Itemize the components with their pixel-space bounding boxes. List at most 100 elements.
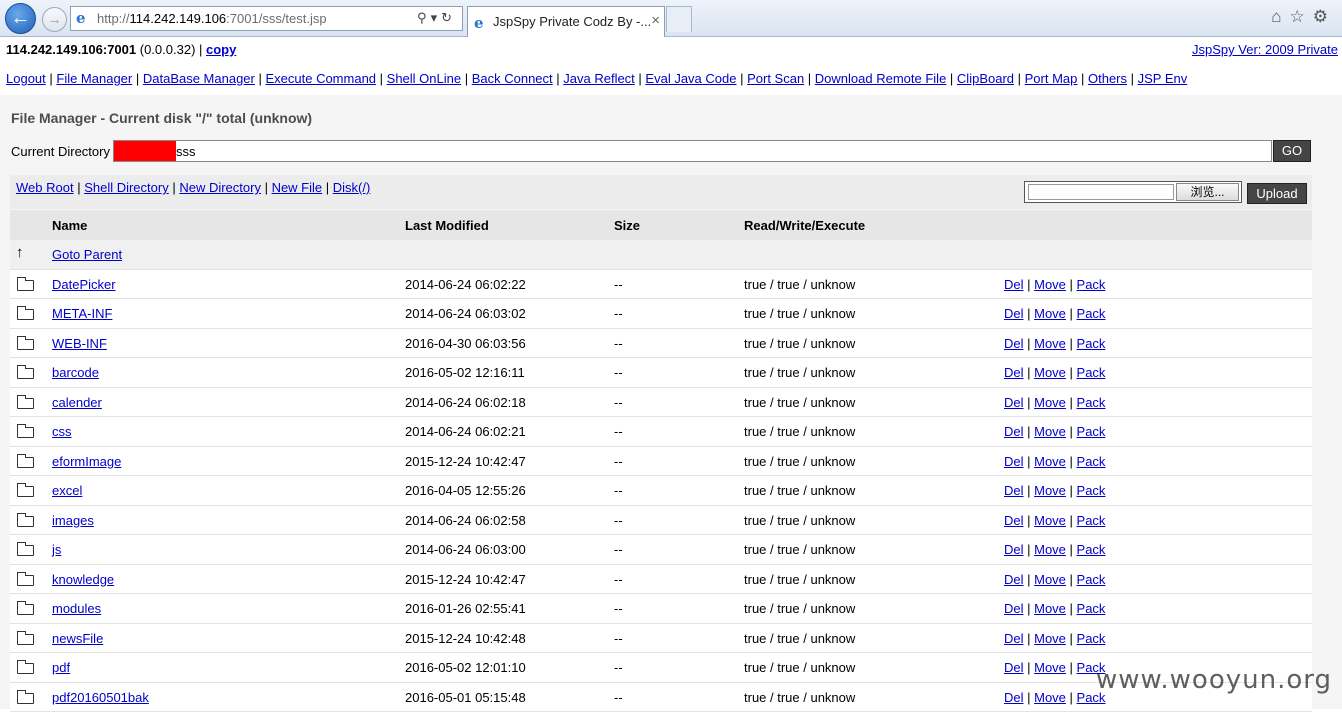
pack-link[interactable]: Pack bbox=[1077, 601, 1106, 616]
folder-link[interactable]: excel bbox=[52, 483, 82, 498]
move-link[interactable]: Move bbox=[1034, 513, 1066, 528]
del-link[interactable]: Del bbox=[1004, 424, 1024, 439]
del-link[interactable]: Del bbox=[1004, 601, 1024, 616]
move-link[interactable]: Move bbox=[1034, 542, 1066, 557]
address-tools[interactable]: ⚲▾↻ bbox=[417, 10, 456, 26]
move-link[interactable]: Move bbox=[1034, 424, 1066, 439]
goto-parent-link[interactable]: Goto Parent bbox=[52, 247, 122, 262]
new-tab-button[interactable] bbox=[666, 6, 692, 32]
folder-link[interactable]: css bbox=[52, 424, 72, 439]
pack-link[interactable]: Pack bbox=[1077, 631, 1106, 646]
pack-link[interactable]: Pack bbox=[1077, 277, 1106, 292]
menu-logout[interactable]: Logout bbox=[6, 71, 46, 86]
browser-tab[interactable]: e JspSpy Private Codz By -... × bbox=[467, 6, 665, 37]
del-link[interactable]: Del bbox=[1004, 631, 1024, 646]
del-link[interactable]: Del bbox=[1004, 336, 1024, 351]
op-new-file[interactable]: New File bbox=[272, 180, 323, 195]
op-new-directory[interactable]: New Directory bbox=[179, 180, 261, 195]
menu-jsp-env[interactable]: JSP Env bbox=[1138, 71, 1188, 86]
del-link[interactable]: Del bbox=[1004, 513, 1024, 528]
pack-link[interactable]: Pack bbox=[1077, 572, 1106, 587]
current-dir-input[interactable]: sss bbox=[113, 140, 1272, 162]
del-link[interactable]: Del bbox=[1004, 395, 1024, 410]
pack-link[interactable]: Pack bbox=[1077, 336, 1106, 351]
folder-icon bbox=[17, 280, 34, 291]
folder-link[interactable]: barcode bbox=[52, 365, 99, 380]
pack-link[interactable]: Pack bbox=[1077, 395, 1106, 410]
size: -- bbox=[614, 542, 623, 557]
move-link[interactable]: Move bbox=[1034, 336, 1066, 351]
file-path-field[interactable] bbox=[1028, 184, 1174, 200]
move-link[interactable]: Move bbox=[1034, 454, 1066, 469]
op-web-root[interactable]: Web Root bbox=[16, 180, 74, 195]
del-link[interactable]: Del bbox=[1004, 660, 1024, 675]
pack-link[interactable]: Pack bbox=[1077, 424, 1106, 439]
table-row: WEB-INF2016-04-30 06:03:56--true / true … bbox=[10, 329, 1312, 359]
pack-link[interactable]: Pack bbox=[1077, 454, 1106, 469]
move-link[interactable]: Move bbox=[1034, 572, 1066, 587]
menu-database-manager[interactable]: DataBase Manager bbox=[143, 71, 255, 86]
back-button[interactable]: ← bbox=[5, 3, 36, 34]
move-link[interactable]: Move bbox=[1034, 660, 1066, 675]
move-link[interactable]: Move bbox=[1034, 365, 1066, 380]
move-link[interactable]: Move bbox=[1034, 277, 1066, 292]
op-disk-[interactable]: Disk(/) bbox=[333, 180, 371, 195]
forward-button[interactable]: → bbox=[42, 7, 67, 32]
folder-link[interactable]: pdf bbox=[52, 660, 70, 675]
upload-file-input[interactable]: 浏览... bbox=[1024, 181, 1242, 203]
menu-port-scan[interactable]: Port Scan bbox=[747, 71, 804, 86]
go-button[interactable]: GO bbox=[1273, 140, 1311, 162]
del-link[interactable]: Del bbox=[1004, 306, 1024, 321]
menu-eval-java-code[interactable]: Eval Java Code bbox=[645, 71, 736, 86]
pack-link[interactable]: Pack bbox=[1077, 513, 1106, 528]
close-tab-icon[interactable]: × bbox=[651, 12, 660, 29]
menu-file-manager[interactable]: File Manager bbox=[56, 71, 132, 86]
menu-execute-command[interactable]: Execute Command bbox=[265, 71, 376, 86]
del-link[interactable]: Del bbox=[1004, 483, 1024, 498]
pack-link[interactable]: Pack bbox=[1077, 483, 1106, 498]
size: -- bbox=[614, 601, 623, 616]
del-link[interactable]: Del bbox=[1004, 572, 1024, 587]
pack-link[interactable]: Pack bbox=[1077, 365, 1106, 380]
del-link[interactable]: Del bbox=[1004, 365, 1024, 380]
folder-link[interactable]: knowledge bbox=[52, 572, 114, 587]
folder-link[interactable]: images bbox=[52, 513, 94, 528]
version-link[interactable]: JspSpy Ver: 2009 Private bbox=[1192, 42, 1338, 57]
del-link[interactable]: Del bbox=[1004, 454, 1024, 469]
upload-button[interactable]: Upload bbox=[1247, 183, 1307, 204]
refresh-icon: ↻ bbox=[441, 10, 456, 25]
folder-link[interactable]: WEB-INF bbox=[52, 336, 107, 351]
move-link[interactable]: Move bbox=[1034, 601, 1066, 616]
del-link[interactable]: Del bbox=[1004, 277, 1024, 292]
move-link[interactable]: Move bbox=[1034, 631, 1066, 646]
move-link[interactable]: Move bbox=[1034, 483, 1066, 498]
folder-link[interactable]: eformImage bbox=[52, 454, 121, 469]
menu-others[interactable]: Others bbox=[1088, 71, 1127, 86]
browse-button[interactable]: 浏览... bbox=[1176, 183, 1239, 201]
move-link[interactable]: Move bbox=[1034, 690, 1066, 705]
folder-link[interactable]: pdf20160501bak bbox=[52, 690, 149, 705]
move-link[interactable]: Move bbox=[1034, 306, 1066, 321]
menu-java-reflect[interactable]: Java Reflect bbox=[563, 71, 635, 86]
del-link[interactable]: Del bbox=[1004, 542, 1024, 557]
pack-link[interactable]: Pack bbox=[1077, 306, 1106, 321]
del-link[interactable]: Del bbox=[1004, 690, 1024, 705]
op-shell-directory[interactable]: Shell Directory bbox=[84, 180, 169, 195]
browser-toolbar: ← → e http://114.242.149.106:7001/sss/te… bbox=[0, 0, 1342, 37]
browser-right-icons[interactable]: ⌂☆⚙ bbox=[1271, 7, 1336, 27]
menu-clipboard[interactable]: ClipBoard bbox=[957, 71, 1014, 86]
folder-link[interactable]: js bbox=[52, 542, 61, 557]
menu-back-connect[interactable]: Back Connect bbox=[472, 71, 553, 86]
folder-link[interactable]: newsFile bbox=[52, 631, 103, 646]
pack-link[interactable]: Pack bbox=[1077, 542, 1106, 557]
move-link[interactable]: Move bbox=[1034, 395, 1066, 410]
folder-link[interactable]: calender bbox=[52, 395, 102, 410]
menu-port-map[interactable]: Port Map bbox=[1025, 71, 1078, 86]
folder-link[interactable]: DatePicker bbox=[52, 277, 116, 292]
address-bar[interactable]: e http://114.242.149.106:7001/sss/test.j… bbox=[70, 6, 463, 31]
folder-link[interactable]: META-INF bbox=[52, 306, 112, 321]
folder-link[interactable]: modules bbox=[52, 601, 101, 616]
copy-link[interactable]: copy bbox=[206, 42, 236, 57]
menu-download-remote-file[interactable]: Download Remote File bbox=[815, 71, 947, 86]
menu-shell-online[interactable]: Shell OnLine bbox=[387, 71, 461, 86]
